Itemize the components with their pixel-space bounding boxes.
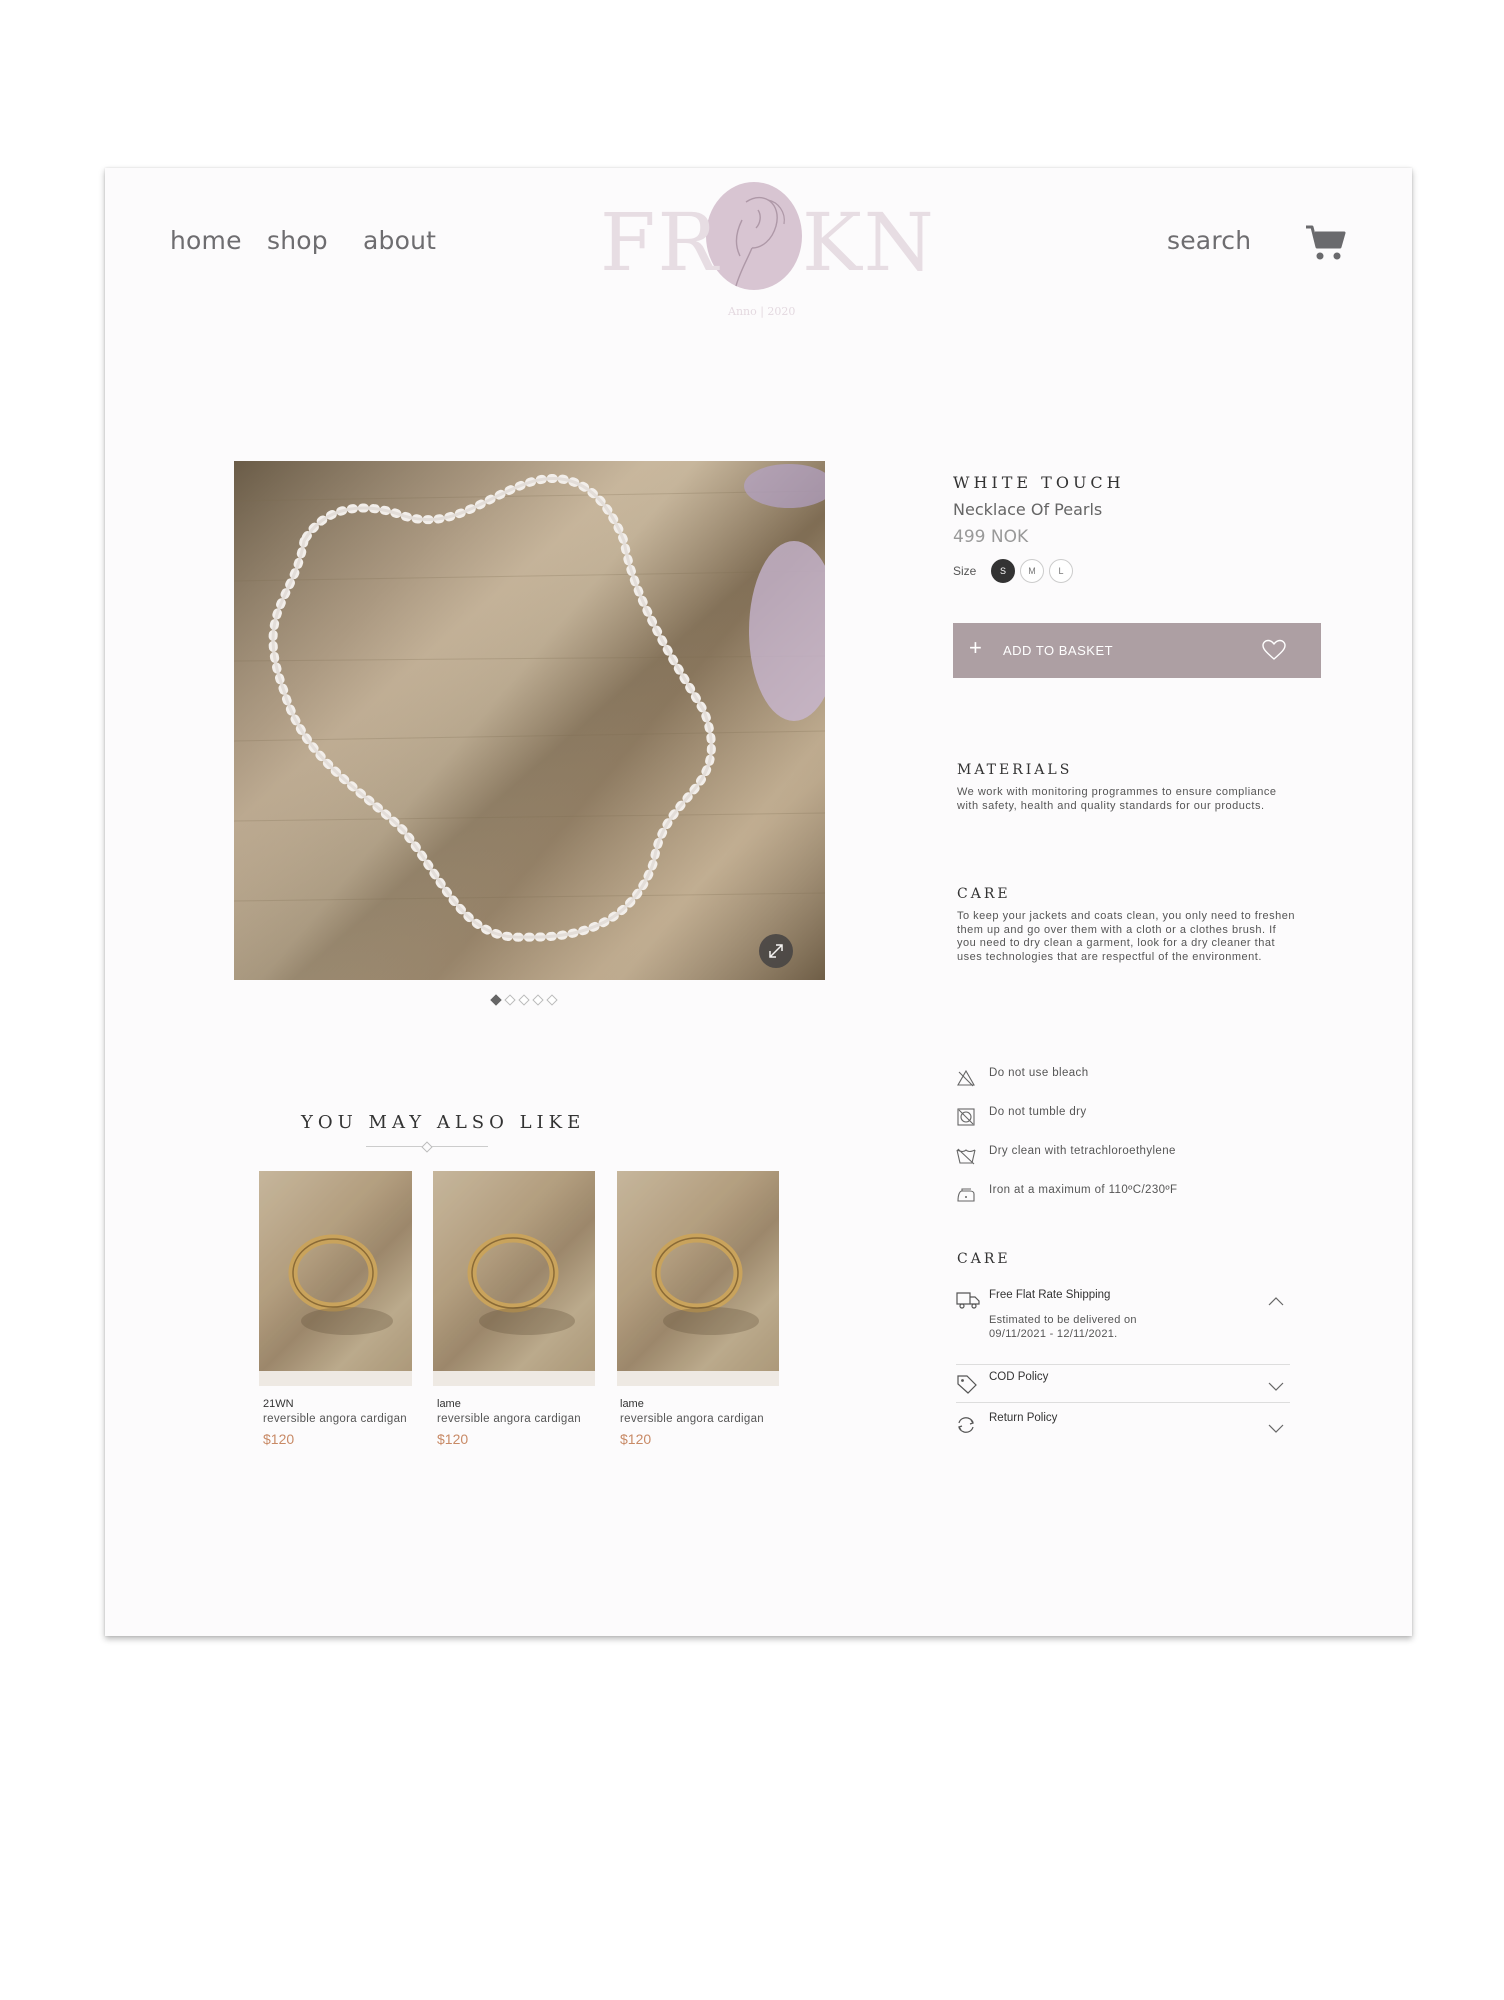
logo-emblem	[706, 182, 802, 290]
plus-icon: +	[969, 635, 982, 660]
product-image[interactable]	[234, 461, 825, 980]
materials-heading: MATERIALS	[957, 762, 1073, 778]
add-to-basket-button[interactable]: + ADD TO BASKET	[953, 623, 1321, 678]
gallery-dot[interactable]	[546, 994, 558, 1006]
add-to-basket-label: ADD TO BASKET	[1003, 643, 1114, 658]
recommendation-brand: lame	[437, 1398, 461, 1410]
truck-icon	[956, 1291, 980, 1314]
divider	[956, 1364, 1290, 1365]
refresh-icon	[956, 1415, 976, 1440]
search-link[interactable]: search	[1167, 226, 1251, 255]
recommendation-name[interactable]: reversible angora cardigan	[263, 1413, 407, 1425]
gallery-dot[interactable]	[504, 994, 516, 1006]
logo-text-right: KN	[802, 196, 936, 289]
recommendation-price: $120	[437, 1431, 469, 1447]
nav-shop-link[interactable]: shop	[267, 226, 328, 255]
gallery-dot[interactable]	[490, 994, 502, 1006]
shipping-detail-line2: 09/11/2021 - 12/11/2021.	[989, 1328, 1118, 1340]
recommendation-name[interactable]: reversible angora cardigan	[620, 1413, 764, 1425]
product-subtitle: Necklace Of Pearls	[953, 500, 1103, 519]
wishlist-heart-icon[interactable]	[1261, 639, 1287, 666]
nav-about-link[interactable]: about	[363, 226, 436, 255]
recommendation-price: $120	[620, 1431, 652, 1447]
gallery-dot[interactable]	[532, 994, 544, 1006]
logo-subtitle: Anno | 2020	[728, 305, 796, 318]
size-option-l[interactable]: L	[1049, 559, 1073, 583]
size-label: Size	[953, 564, 977, 578]
recommendation-image[interactable]	[433, 1171, 595, 1386]
no-bleach-icon	[956, 1069, 976, 1087]
policies-heading: CARE	[957, 1251, 1011, 1267]
gallery-dot[interactable]	[518, 994, 530, 1006]
product-title: WHITE TOUCH	[953, 473, 1125, 492]
care-instruction-text: Do not tumble dry	[989, 1106, 1087, 1118]
chevron-down-icon[interactable]	[1268, 1379, 1284, 1397]
recommendation-brand: 21WN	[263, 1398, 294, 1410]
care-instruction-text: Dry clean with tetrachloroethylene	[989, 1145, 1176, 1157]
cod-policy-accordion[interactable]: COD Policy	[956, 1370, 1290, 1400]
dry-clean-icon	[956, 1147, 976, 1165]
chevron-up-icon[interactable]	[1268, 1293, 1284, 1311]
no-tumble-dry-icon	[956, 1108, 976, 1126]
divider	[956, 1402, 1290, 1403]
recommendation-image[interactable]	[259, 1171, 412, 1386]
recommendation-price: $120	[263, 1431, 295, 1447]
expand-image-button[interactable]	[759, 934, 793, 968]
cart-icon[interactable]	[1304, 223, 1348, 263]
return-policy-accordion[interactable]: Return Policy	[956, 1411, 1290, 1441]
care-instruction-text: Do not use bleach	[989, 1067, 1089, 1079]
care-instruction-text: Iron at a maximum of 110ºC/230ºF	[989, 1184, 1178, 1196]
shipping-title: Free Flat Rate Shipping	[989, 1289, 1111, 1301]
size-option-m[interactable]: M	[1020, 559, 1044, 583]
cod-policy-title: COD Policy	[989, 1371, 1049, 1383]
product-price: 499 NOK	[953, 527, 1029, 547]
iron-icon	[956, 1186, 976, 1204]
also-like-heading: YOU MAY ALSO LIKE	[301, 1112, 586, 1133]
care-text: To keep your jackets and coats clean, yo…	[957, 910, 1295, 963]
size-option-s[interactable]: S	[991, 559, 1015, 583]
gallery-dots	[490, 994, 558, 1006]
nav-home-link[interactable]: home	[170, 226, 242, 255]
shipping-accordion[interactable]: Free Flat Rate Shipping Estimated to be …	[956, 1285, 1290, 1345]
recommendation-brand: lame	[620, 1398, 644, 1410]
return-policy-title: Return Policy	[989, 1412, 1058, 1424]
tag-icon	[956, 1374, 978, 1399]
recommendation-image[interactable]	[617, 1171, 779, 1386]
recommendation-name[interactable]: reversible angora cardigan	[437, 1413, 581, 1425]
chevron-down-icon[interactable]	[1268, 1421, 1284, 1439]
shipping-detail-line1: Estimated to be delivered on	[989, 1314, 1137, 1326]
care-heading: CARE	[957, 886, 1011, 902]
logo-text-left: FR	[600, 196, 720, 289]
materials-text: We work with monitoring programmes to en…	[957, 786, 1277, 812]
